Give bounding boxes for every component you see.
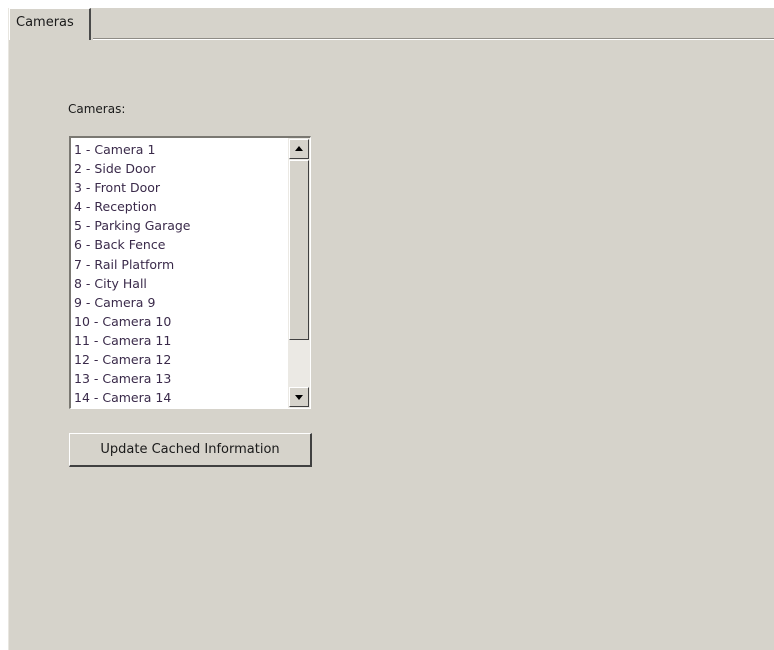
list-scrollbar[interactable] <box>288 138 310 408</box>
camera-list-item[interactable]: 2 - Side Door <box>74 159 286 178</box>
triangle-up-icon <box>295 146 303 151</box>
camera-list-item[interactable]: 6 - Back Fence <box>74 235 286 254</box>
camera-list-item[interactable]: 10 - Camera 10 <box>74 312 286 331</box>
camera-list-item[interactable]: 5 - Parking Garage <box>74 216 286 235</box>
tab-strip: Cameras <box>9 8 774 40</box>
camera-list-item[interactable]: 12 - Camera 12 <box>74 350 286 369</box>
tab-cameras[interactable]: Cameras <box>9 8 91 40</box>
scroll-down-button[interactable] <box>289 387 309 407</box>
camera-list-item[interactable]: 8 - City Hall <box>74 274 286 293</box>
camera-list-item[interactable]: 3 - Front Door <box>74 178 286 197</box>
cameras-listbox[interactable]: 1 - Camera 1 2 - Side Door 3 - Front Doo… <box>69 136 311 409</box>
triangle-down-icon <box>295 395 303 400</box>
camera-list-item[interactable]: 13 - Camera 13 <box>74 369 286 388</box>
cameras-list-items: 1 - Camera 1 2 - Side Door 3 - Front Doo… <box>74 140 286 407</box>
update-cached-information-button[interactable]: Update Cached Information <box>69 433 312 467</box>
scroll-up-button[interactable] <box>289 139 309 159</box>
cameras-label: Cameras: <box>68 102 126 116</box>
camera-list-item[interactable]: 9 - Camera 9 <box>74 293 286 312</box>
camera-settings-window: Cameras Cameras: 1 - Camera 1 2 - Side D… <box>8 8 774 650</box>
tab-strip-divider <box>93 38 774 40</box>
camera-list-item[interactable]: 4 - Reception <box>74 197 286 216</box>
camera-list-item[interactable]: 11 - Camera 11 <box>74 331 286 350</box>
camera-list-item[interactable]: 1 - Camera 1 <box>74 140 286 159</box>
camera-list-item[interactable]: 14 - Camera 14 <box>74 388 286 407</box>
scrollbar-thumb[interactable] <box>289 160 309 340</box>
camera-list-item[interactable]: 7 - Rail Platform <box>74 255 286 274</box>
tab-cameras-label: Cameras <box>16 15 74 30</box>
